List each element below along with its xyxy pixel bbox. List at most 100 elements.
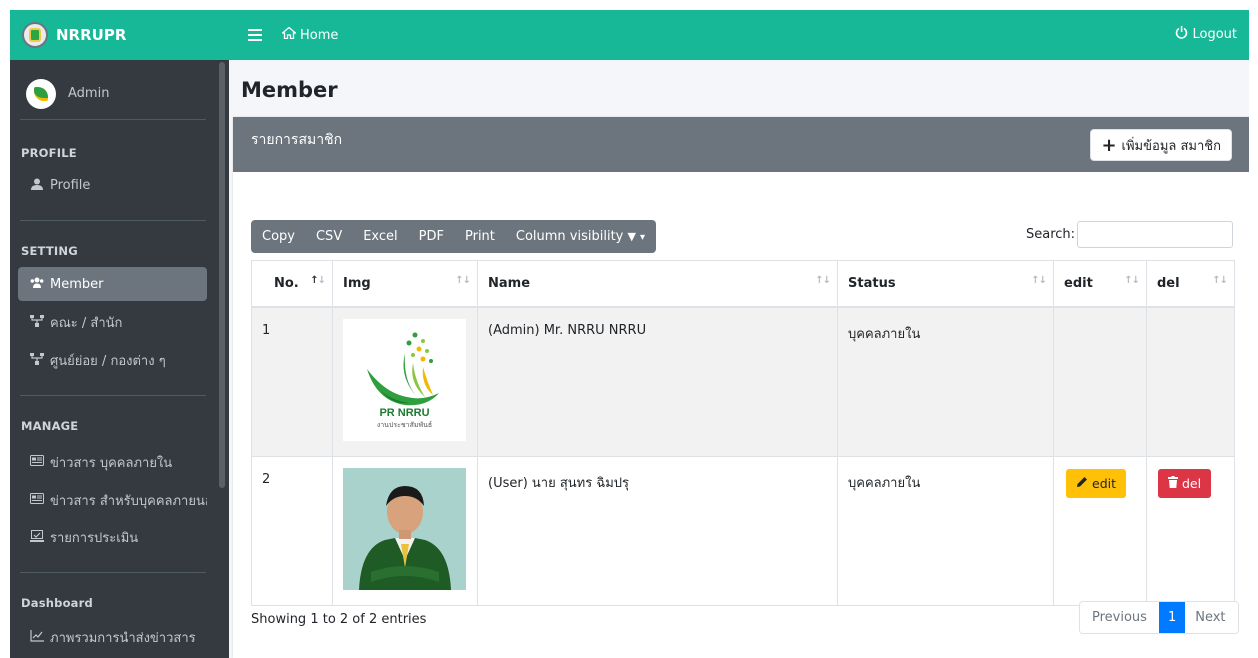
del-label: del	[1182, 475, 1202, 491]
cell-del: del	[1146, 455, 1235, 606]
table-row: 2 (User) นาย สุนทร ฉิมปรุ บุคคลภายใน edi…	[251, 455, 1235, 606]
sidebar-divider	[20, 572, 206, 573]
newspaper-icon	[30, 493, 44, 507]
column-visibility-label: Column visibility	[515, 229, 624, 244]
home-label: Home	[300, 27, 339, 43]
column-header-del[interactable]: del ↑↓	[1146, 260, 1235, 308]
nav-header-profile: PROFILE	[21, 146, 77, 160]
copy-button[interactable]: Copy	[262, 229, 306, 244]
cell-name: (User) นาย สุนทร ฉิมปรุ	[477, 455, 838, 606]
sidebar-item-label: ข่าวสาร บุคคลภายใน	[50, 455, 173, 471]
table-row: 1 PR NRRU งานประชาสัมพันธ์ (Admin) Mr. N…	[251, 306, 1235, 457]
sort-icon: ↑↓	[455, 275, 471, 286]
sidebar-item-label: Member	[50, 276, 104, 292]
logout-label: Logout	[1192, 27, 1237, 42]
poll-icon	[30, 529, 44, 545]
sidebar-item-faculty[interactable]: คณะ / สำนัก	[18, 305, 207, 339]
user-panel[interactable]: Admin	[20, 68, 206, 120]
sidebar-item-label: ภาพรวมการนำส่งข่าวสาร	[50, 630, 196, 646]
brand-link[interactable]: NRRUPR	[10, 10, 229, 60]
logo-subtext: งานประชาสัมพันธ์	[376, 420, 433, 429]
column-label: No.	[274, 275, 299, 291]
search-input[interactable]	[1077, 221, 1233, 248]
cell-img	[332, 455, 478, 606]
column-header-status[interactable]: Status ↑↓	[837, 260, 1054, 308]
home-link[interactable]: Home	[280, 26, 339, 43]
cell-edit: edit	[1053, 455, 1147, 606]
column-header-edit[interactable]: edit ↑↓	[1053, 260, 1147, 308]
export-buttons: Copy CSV Excel PDF Print Column visibili…	[251, 220, 657, 253]
delete-button[interactable]: del	[1158, 468, 1212, 498]
user-icon	[30, 178, 44, 193]
csv-button[interactable]: CSV	[306, 229, 353, 244]
brand-logo-icon	[22, 22, 48, 48]
sidebar: NRRUPR Admin PROFILE Profile SETTING Mem…	[10, 10, 229, 658]
edit-button[interactable]: edit	[1066, 468, 1126, 498]
add-member-button[interactable]: + เพิ่มข้อมูล สมาชิก	[1090, 129, 1232, 161]
excel-button[interactable]: Excel	[353, 229, 408, 244]
edit-label: edit	[1092, 475, 1116, 491]
column-visibility-button[interactable]: Column visibility ▼ ▾	[506, 229, 645, 244]
logout-button[interactable]: Logout	[1175, 26, 1237, 43]
nav-header-setting: SETTING	[21, 244, 78, 258]
sidebar-item-evaluation[interactable]: รายการประเมิน	[18, 520, 207, 554]
sidebar-item-label: ข่าวสาร สำหรับบุคคลภายนอ	[50, 493, 207, 509]
sidebar-item-sub-center[interactable]: ศูนย์ย่อย / กองต่าง ๆ	[18, 343, 207, 377]
column-header-img[interactable]: Img ↑↓	[332, 260, 478, 308]
pdf-button[interactable]: PDF	[409, 229, 455, 244]
column-label: Img	[343, 275, 371, 291]
sidebar-divider	[20, 395, 206, 396]
member-photo	[343, 467, 466, 590]
brand-name: NRRUPR	[56, 26, 127, 44]
cell-img: PR NRRU งานประชาสัมพันธ์	[332, 306, 478, 457]
add-member-label: เพิ่มข้อมูล สมาชิก	[1121, 138, 1221, 154]
cell-edit	[1053, 306, 1147, 457]
sidebar-item-label: คณะ / สำนัก	[50, 315, 123, 331]
user-name: Admin	[68, 86, 110, 101]
sitemap-icon	[30, 314, 44, 330]
member-table: No. ↑↓ Img ↑↓ Name ↑↓ Status ↑↓ edit ↑↓ del ↑↓…	[251, 260, 1235, 606]
nav-header-manage: MANAGE	[21, 419, 79, 433]
sort-asc-icon: ↑↓	[310, 275, 326, 286]
card-header: รายการสมาชิก + เพิ่มข้อมูล สมาชิก	[233, 117, 1249, 172]
column-label: del	[1157, 275, 1180, 291]
sidebar-item-profile[interactable]: Profile	[18, 168, 207, 202]
card-title: รายการสมาชิก	[251, 132, 343, 148]
sort-icon: ↑↓	[1031, 275, 1047, 286]
cell-no: 2	[251, 455, 333, 606]
column-label: Name	[488, 275, 531, 291]
nav-header-dashboard: Dashboard	[21, 596, 93, 610]
next-button[interactable]: Next	[1185, 602, 1238, 633]
table-header-row: No. ↑↓ Img ↑↓ Name ↑↓ Status ↑↓ edit ↑↓ del ↑↓	[251, 260, 1235, 308]
filter-icon: ▼	[627, 230, 636, 243]
pencil-icon	[1076, 476, 1088, 491]
sidebar-item-external-news[interactable]: ข่าวสาร สำหรับบุคคลภายนอ	[18, 483, 207, 517]
cell-name: (Admin) Mr. NRRU NRRU	[477, 306, 838, 457]
sidebar-divider	[20, 220, 206, 221]
column-header-name[interactable]: Name ↑↓	[477, 260, 838, 308]
hamburger-menu-icon[interactable]	[248, 26, 262, 45]
plus-icon: +	[1101, 134, 1117, 156]
column-label: edit	[1064, 275, 1093, 291]
pr-nrru-logo-image: PR NRRU งานประชาสัมพันธ์	[343, 318, 466, 441]
table-info: Showing 1 to 2 of 2 entries	[251, 612, 427, 627]
page-1-button[interactable]: 1	[1158, 602, 1186, 633]
search-label: Search:	[1026, 227, 1076, 242]
pagination: Previous 1 Next	[1079, 601, 1239, 634]
sidebar-scrollbar[interactable]	[219, 62, 225, 488]
sidebar-item-label: ศูนย์ย่อย / กองต่าง ๆ	[50, 353, 166, 369]
column-label: Status	[848, 275, 896, 291]
sidebar-item-member[interactable]: Member	[18, 267, 207, 301]
page-title: Member	[241, 78, 338, 102]
column-header-no[interactable]: No. ↑↓	[251, 260, 333, 308]
newspaper-icon	[30, 455, 44, 469]
app-frame: NRRUPR Admin PROFILE Profile SETTING Mem…	[10, 10, 1249, 658]
previous-button[interactable]: Previous	[1080, 602, 1159, 633]
caret-down-icon: ▾	[640, 232, 646, 243]
print-button[interactable]: Print	[455, 229, 506, 244]
avatar	[26, 78, 56, 109]
power-icon	[1175, 26, 1188, 43]
sidebar-item-news-overview[interactable]: ภาพรวมการนำส่งข่าวสาร	[18, 620, 207, 654]
sidebar-item-internal-news[interactable]: ข่าวสาร บุคคลภายใน	[18, 445, 207, 479]
sort-icon: ↑↓	[815, 275, 831, 286]
